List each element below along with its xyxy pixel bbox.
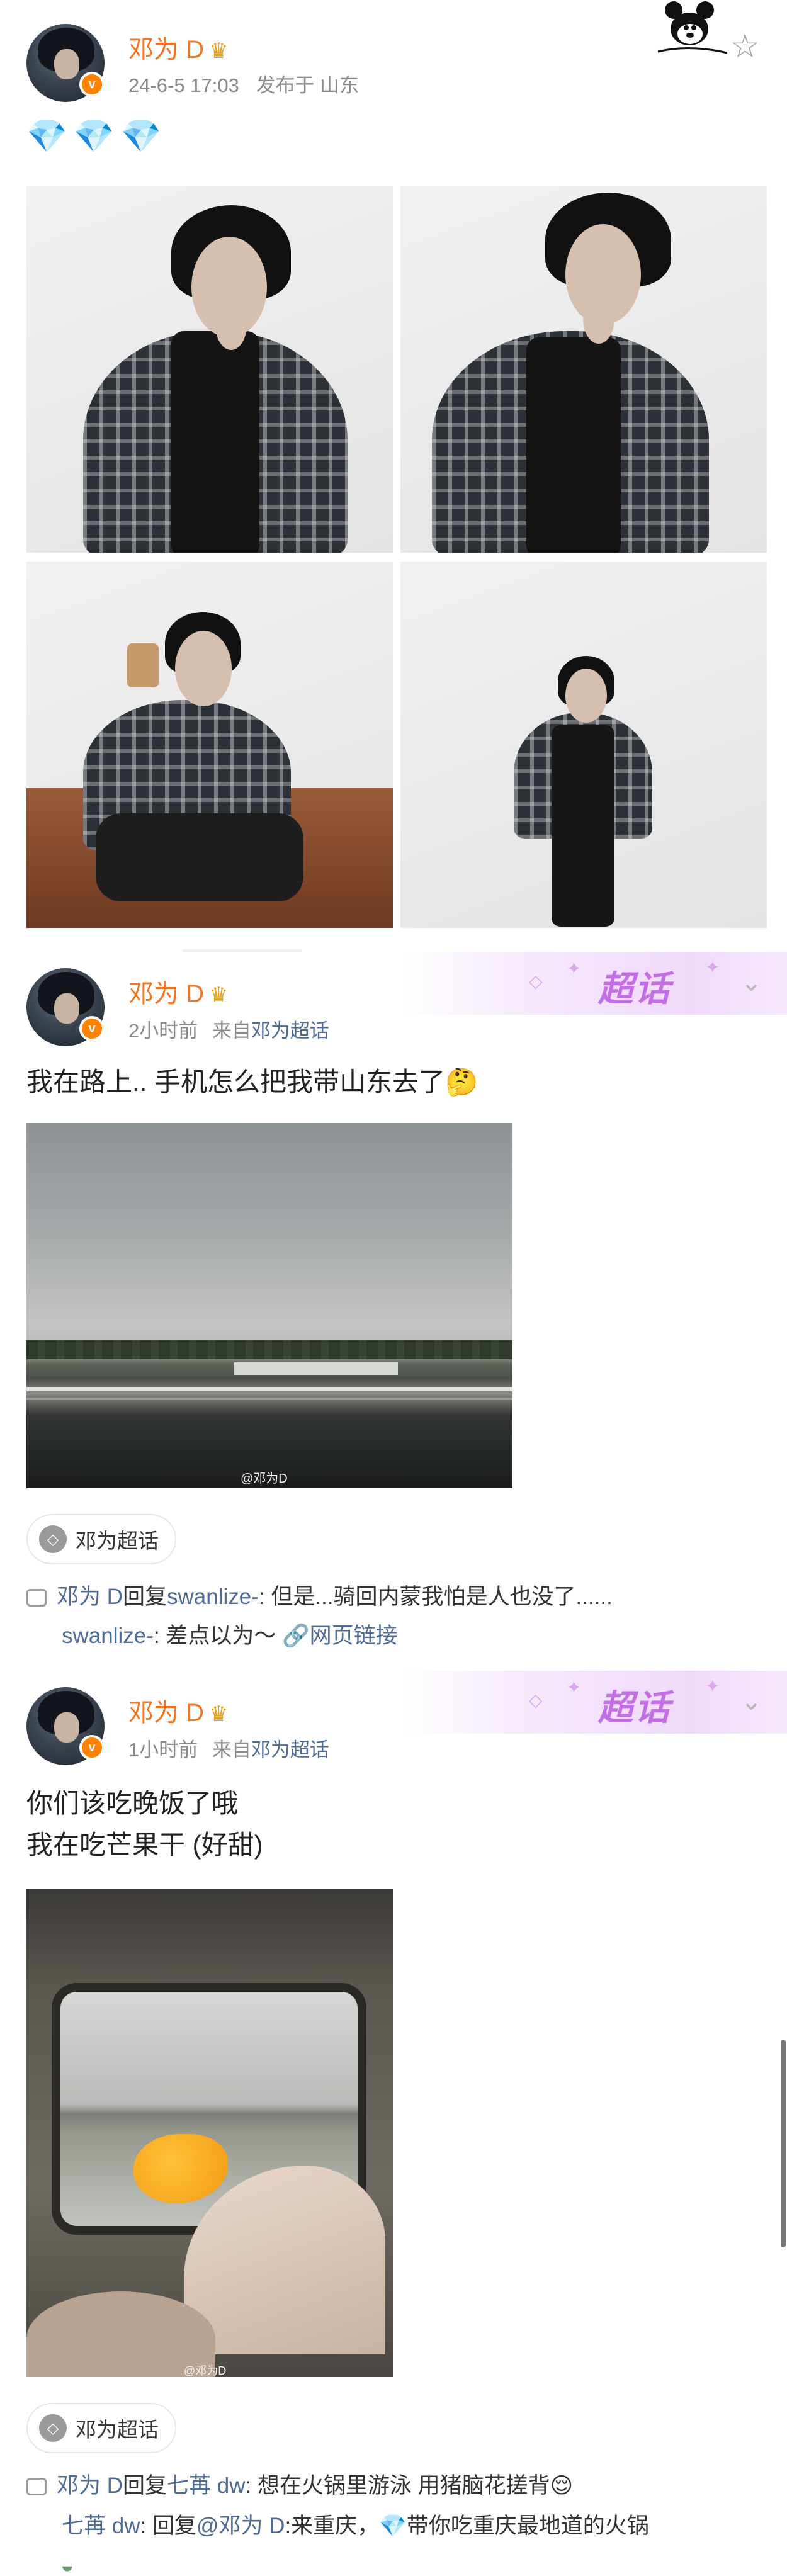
post-3: ◇ ✦ 超话 ✦ ⌄ v 邓为 D ♛ 1小时前 来自邓为超话 你们该吃晚饭了哦 … <box>0 1671 787 2576</box>
post-text: 我在路上.. 手机怎么把我带山东去了🤔 <box>26 1067 478 1097</box>
comment-2[interactable]: swanlize-: 差点以为～ 🔗网页链接 <box>62 1617 398 1656</box>
super-topic-banner[interactable]: ◇ ✦ 超话 ✦ <box>403 1671 787 1734</box>
comment-user[interactable]: 邓为 D <box>57 1585 123 1609</box>
diamond-icon: ◇ <box>39 1525 67 1553</box>
super-topic-tag[interactable]: ◇ 邓为超话 <box>26 2403 176 2453</box>
reply-label: : 回复 <box>140 2514 196 2538</box>
favorite-star-icon[interactable]: ☆ <box>730 28 760 65</box>
post-meta: 2小时前 来自邓为超话 <box>128 1015 329 1043</box>
tag-label: 邓为超话 <box>76 1529 159 1552</box>
post-location: 发布于 山东 <box>256 74 360 96</box>
username[interactable]: 邓为 D ♛ <box>128 973 228 1010</box>
post-2: ◇ ✦ 超话 ✦ ⌄ v 邓为 D ♛ 2小时前 来自邓为超话 我在路上.. 手机… <box>0 952 787 1669</box>
comment-user[interactable]: 邓为 D <box>57 2473 123 2498</box>
verified-badge-icon: v <box>79 72 105 97</box>
watermark: @邓为D <box>241 1472 288 1486</box>
post-time: 1小时前 <box>128 1739 198 1761</box>
source-prefix: 来自 <box>212 1739 251 1761</box>
crown-icon: ♛ <box>209 983 229 1007</box>
super-topic-label: 超话 <box>598 1688 671 1727</box>
source-link[interactable]: 邓为超话 <box>251 1020 329 1042</box>
post-1: v 邓为 D ♛ 24-6-5 17:03 发布于 山东 ☆ 💎💎💎 <box>0 0 787 944</box>
crown-icon: ♛ <box>209 1702 229 1726</box>
tag-label: 邓为超话 <box>76 2418 159 2441</box>
username[interactable]: 邓为 D ♛ <box>128 1692 228 1729</box>
reply-label: 回复 <box>123 1585 167 1609</box>
post-time: 2小时前 <box>128 1020 198 1042</box>
comment-2[interactable]: 七苒 dw: 回复@邓为 D:来重庆，💎带你吃重庆最地道的火锅 <box>62 2507 649 2546</box>
chevron-down-icon[interactable]: ⌄ <box>740 1687 762 1716</box>
reply-target[interactable]: 七苒 dw <box>167 2473 245 2498</box>
comment-1[interactable]: 邓为 D回复七苒 dw: 想在火锅里游泳 用猪脑花搓背😌 <box>26 2466 573 2505</box>
verified-badge-icon: v <box>79 1735 105 1760</box>
post-photo-mango[interactable]: @邓为D <box>26 1889 393 2377</box>
source-link[interactable]: 邓为超话 <box>251 1739 329 1761</box>
comment-text: :来重庆，💎带你吃重庆最地道的火锅 <box>285 2514 649 2538</box>
noodle-emoji-icon: ◒ <box>60 2552 74 2576</box>
mickey-icon <box>657 1 728 54</box>
comment-icon <box>26 2478 47 2495</box>
super-topic-banner[interactable]: ◇ ✦ 超话 ✦ <box>403 952 787 1015</box>
mention-link[interactable]: @邓为 D <box>196 2514 285 2538</box>
post-photo-1[interactable] <box>26 186 393 553</box>
comment-user[interactable]: swanlize- <box>62 1624 154 1648</box>
diamond-icon: ◇ <box>39 2414 67 2442</box>
comment-1[interactable]: 邓为 D回复swanlize-: 但是...骑回内蒙我怕是人也没了...... <box>26 1578 613 1617</box>
verified-badge-icon: v <box>79 1016 105 1041</box>
post-text-line-1: 你们该吃晚饭了哦 <box>26 1788 239 1818</box>
post-photo-4[interactable] <box>400 562 767 928</box>
comment-icon <box>26 1589 47 1607</box>
super-topic-tag[interactable]: ◇ 邓为超话 <box>26 1514 176 1564</box>
gems-text: 💎💎💎 <box>26 118 168 155</box>
source-prefix: 来自 <box>212 1020 251 1042</box>
comment-text: : 想在火锅里游泳 用猪脑花搓背😌 <box>245 2473 574 2498</box>
post-date: 24-6-5 17:03 <box>128 74 239 96</box>
username[interactable]: 邓为 D ♛ <box>128 29 228 65</box>
chevron-down-icon[interactable]: ⌄ <box>740 968 762 997</box>
web-link[interactable]: 🔗网页链接 <box>282 1624 398 1648</box>
post-meta: 24-6-5 17:03 发布于 山东 <box>128 69 359 98</box>
watermark: @邓为D <box>184 2364 227 2377</box>
post-photo-3[interactable] <box>26 562 393 928</box>
super-topic-label: 超话 <box>598 969 671 1008</box>
comment-text: : 但是...骑回内蒙我怕是人也没了...... <box>258 1585 613 1609</box>
reply-target[interactable]: swanlize- <box>167 1585 259 1609</box>
post-text-line-2: 我在吃芒果干 (好甜) <box>26 1830 263 1860</box>
comment-user[interactable]: 七苒 dw <box>62 2514 140 2538</box>
comment-text: : 差点以为～ <box>153 1624 276 1648</box>
post-photo-road[interactable]: @邓为D <box>26 1123 512 1488</box>
post-meta: 1小时前 来自邓为超话 <box>128 1734 329 1762</box>
crown-icon: ♛ <box>209 39 229 63</box>
link-icon: 🔗 <box>282 1624 310 1648</box>
scrollbar[interactable] <box>781 2040 786 2247</box>
post-photo-2[interactable] <box>400 186 767 553</box>
reply-label: 回复 <box>123 2473 167 2498</box>
